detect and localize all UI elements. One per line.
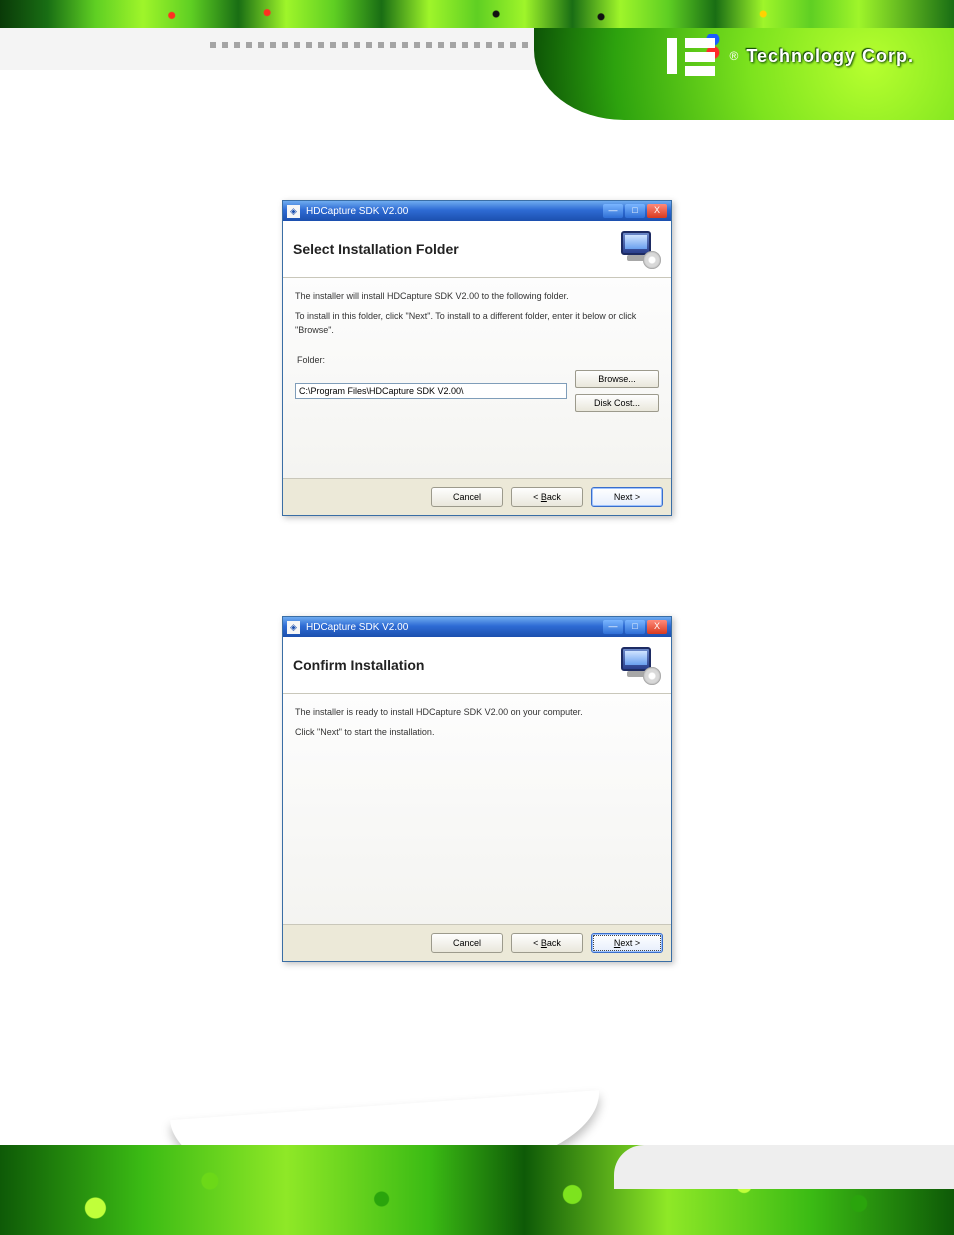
wizard-header: Select Installation Folder xyxy=(283,221,671,278)
folder-row: Browse... Disk Cost... xyxy=(295,370,659,412)
titlebar[interactable]: ◈ HDCapture SDK V2.00 — □ X xyxy=(283,617,671,637)
browse-button[interactable]: Browse... xyxy=(575,370,659,388)
installer-app-icon: ◈ xyxy=(287,621,300,634)
installer-window-select-folder: ◈ HDCapture SDK V2.00 — □ X Select Insta… xyxy=(282,200,672,516)
wizard-text-line: The installer will install HDCapture SDK… xyxy=(295,290,659,304)
cancel-button[interactable]: Cancel xyxy=(431,487,503,507)
cancel-button[interactable]: Cancel xyxy=(431,933,503,953)
page-header: ® Technology Corp. xyxy=(0,0,954,120)
wizard-footer: Cancel < Back Next > xyxy=(283,479,671,515)
maximize-button[interactable]: □ xyxy=(625,204,645,218)
back-button[interactable]: < Back xyxy=(511,933,583,953)
wizard-heading: Confirm Installation xyxy=(293,657,424,673)
window-title: HDCapture SDK V2.00 xyxy=(306,622,597,633)
header-circuit-strip xyxy=(0,0,954,28)
back-button[interactable]: < Back xyxy=(511,487,583,507)
next-button[interactable]: Next > xyxy=(591,933,663,953)
installer-app-icon: ◈ xyxy=(287,205,300,218)
wizard-body: The installer will install HDCapture SDK… xyxy=(283,278,671,478)
window-controls: — □ X xyxy=(603,204,667,218)
brand-logo-icon xyxy=(663,34,721,78)
wizard-header: Confirm Installation xyxy=(283,637,671,694)
wizard-heading: Select Installation Folder xyxy=(293,241,459,257)
page-footer xyxy=(0,1120,954,1235)
close-button[interactable]: X xyxy=(647,620,667,634)
page-content: ◈ HDCapture SDK V2.00 — □ X Select Insta… xyxy=(0,200,954,962)
window-title: HDCapture SDK V2.00 xyxy=(306,206,597,217)
wizard-text-line: The installer is ready to install HDCapt… xyxy=(295,706,659,720)
wizard-text-line: To install in this folder, click "Next".… xyxy=(295,310,659,338)
next-button[interactable]: Next > xyxy=(591,487,663,507)
disk-cost-button[interactable]: Disk Cost... xyxy=(575,394,659,412)
maximize-button[interactable]: □ xyxy=(625,620,645,634)
minimize-button[interactable]: — xyxy=(603,204,623,218)
wizard-computer-icon xyxy=(617,229,661,269)
footer-right-pad xyxy=(614,1145,954,1189)
brand-registered: ® xyxy=(729,49,738,63)
folder-buttons: Browse... Disk Cost... xyxy=(575,370,659,412)
window-controls: — □ X xyxy=(603,620,667,634)
brand: ® Technology Corp. xyxy=(663,34,914,78)
folder-group: Folder: Browse... Disk Cost... xyxy=(295,354,659,412)
brand-text: Technology Corp. xyxy=(746,46,914,67)
folder-input[interactable] xyxy=(295,383,567,399)
wizard-text-line: Click "Next" to start the installation. xyxy=(295,726,659,740)
wizard-computer-icon xyxy=(617,645,661,685)
close-button[interactable]: X xyxy=(647,204,667,218)
folder-label: Folder: xyxy=(295,354,659,368)
titlebar[interactable]: ◈ HDCapture SDK V2.00 — □ X xyxy=(283,201,671,221)
installer-window-confirm: ◈ HDCapture SDK V2.00 — □ X Confirm Inst… xyxy=(282,616,672,962)
minimize-button[interactable]: — xyxy=(603,620,623,634)
wizard-footer: Cancel < Back Next > xyxy=(283,925,671,961)
wizard-body: The installer is ready to install HDCapt… xyxy=(283,694,671,924)
